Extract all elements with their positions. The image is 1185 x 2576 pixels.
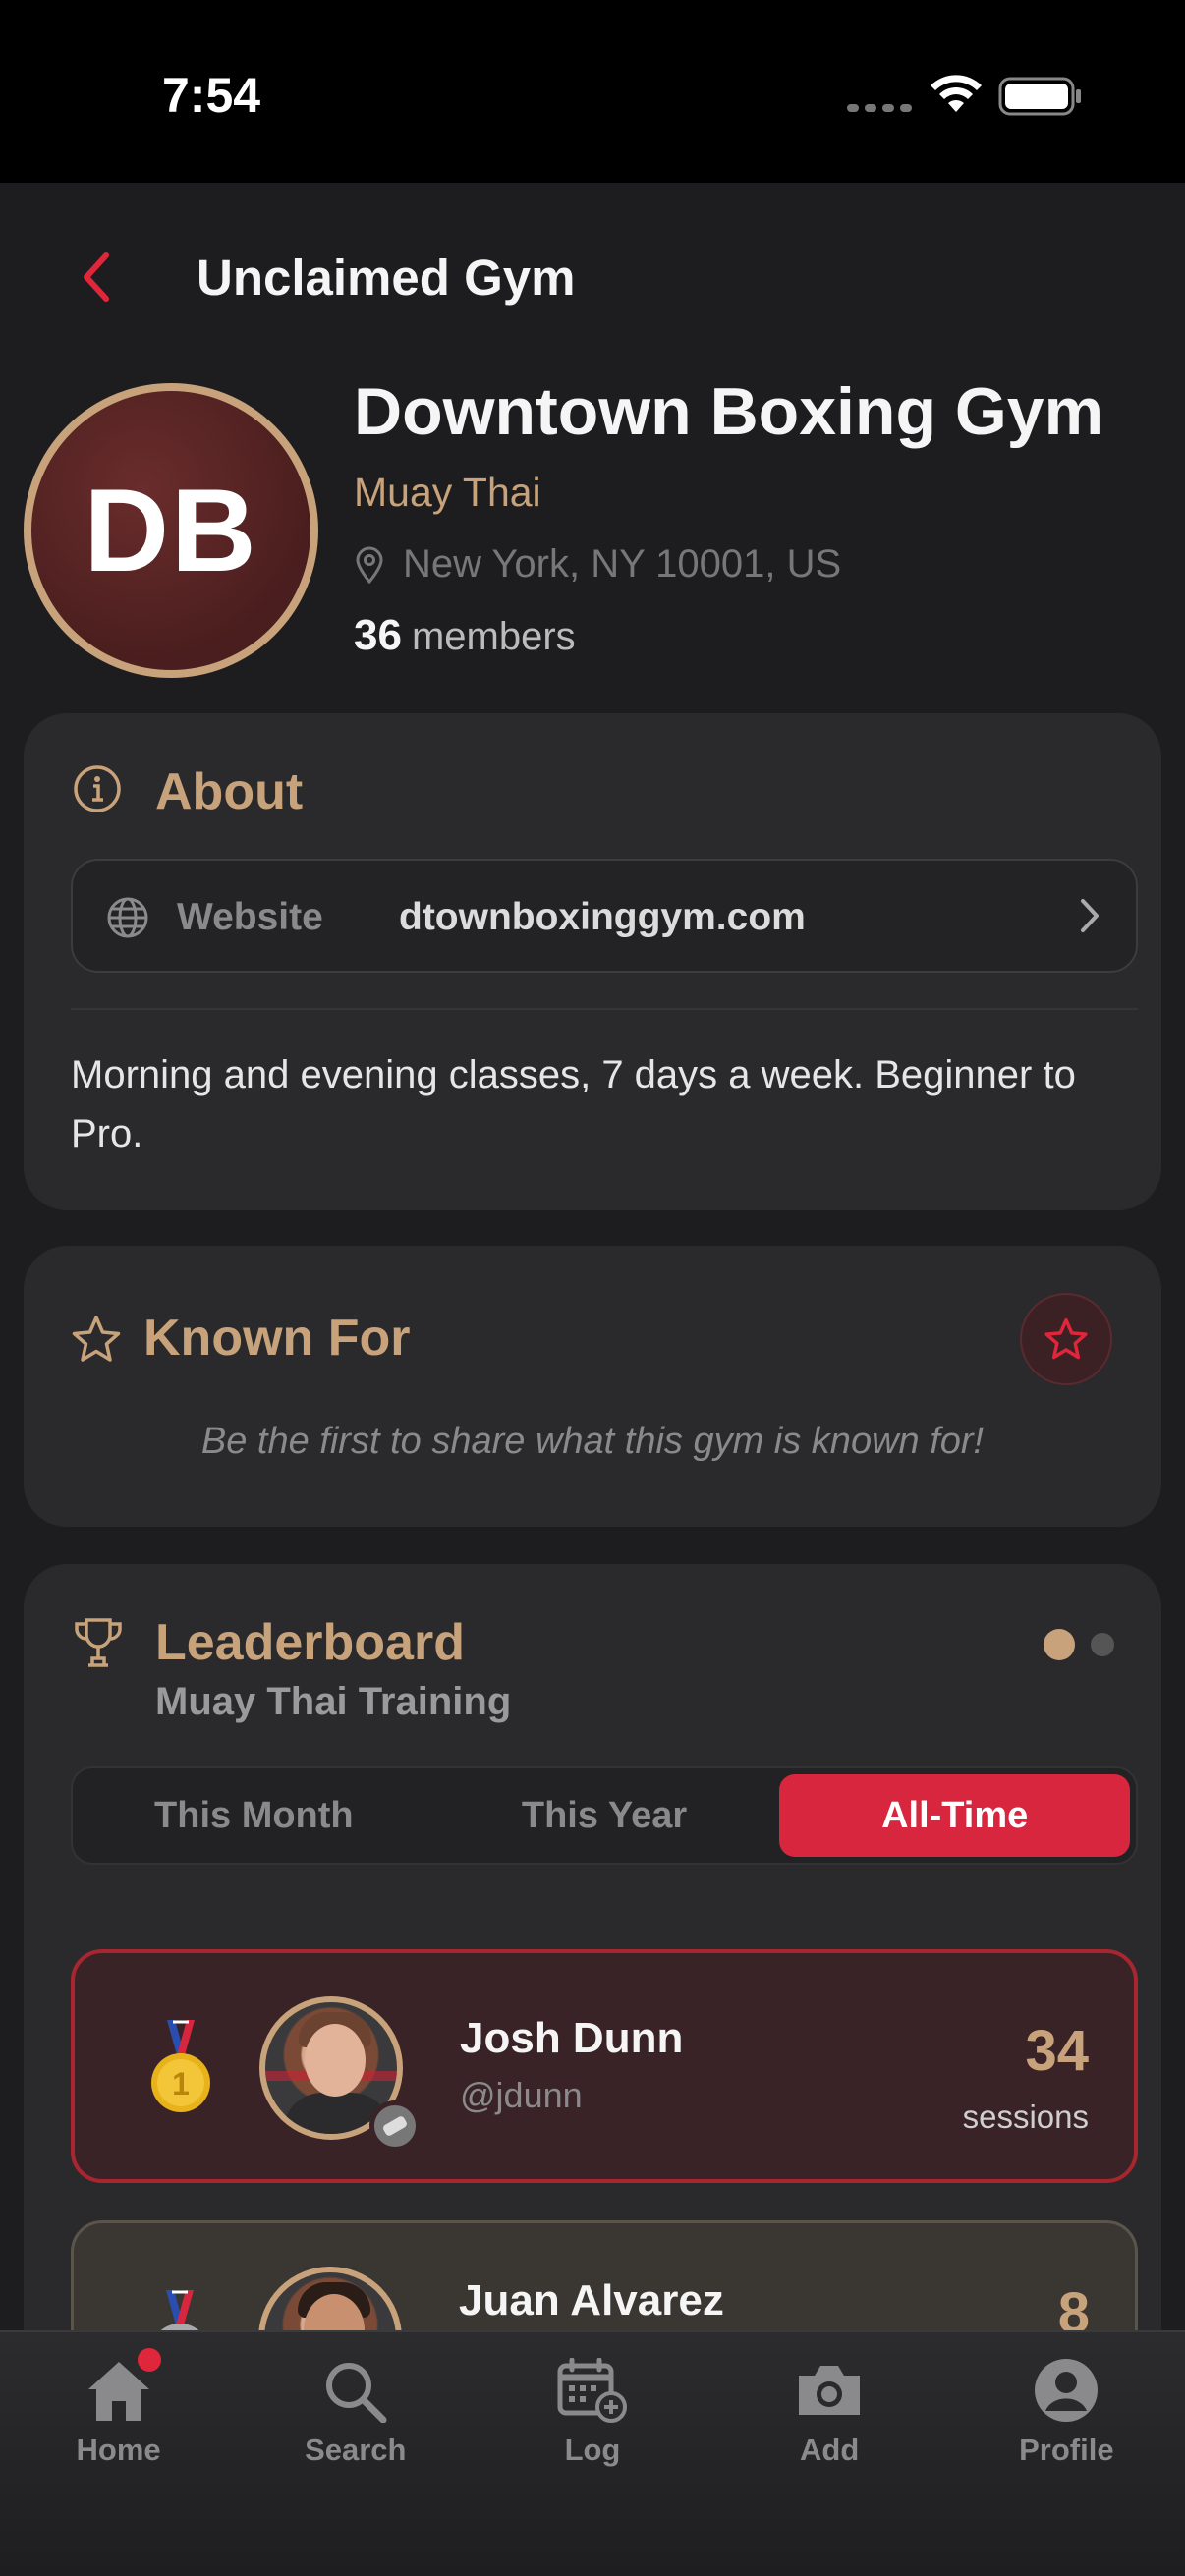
tab-all-time[interactable]: All-Time [779, 1774, 1131, 1857]
back-button[interactable] [71, 248, 120, 307]
about-card: About Website dtownboxinggym.com Morning… [24, 713, 1161, 1210]
chevron-left-icon [84, 252, 109, 302]
divider [71, 1008, 1138, 1010]
tab-log[interactable]: Log [474, 2332, 710, 2576]
profile-icon [1035, 2359, 1099, 2422]
known-for-title: Known For [143, 1310, 411, 1367]
page-title: Unclaimed Gym [197, 250, 576, 306]
leaderboard-row[interactable]: 1 Josh Dunn @jdunn 34 sessions [71, 1949, 1138, 2183]
star-icon [1044, 1317, 1088, 1360]
tab-add[interactable]: Add [711, 2332, 948, 2576]
globe-icon [107, 897, 148, 938]
website-link[interactable]: Website dtownboxinggym.com [71, 859, 1138, 973]
info-icon [74, 765, 121, 812]
session-unit: sessions [962, 2099, 1089, 2135]
star-outline-icon [72, 1316, 121, 1362]
page-dot [1091, 1633, 1114, 1656]
tab-this-month[interactable]: This Month [79, 1774, 429, 1857]
gym-name: Downtown Boxing Gym [354, 374, 1104, 449]
location-pin-icon [356, 546, 383, 584]
members-label: members [411, 615, 576, 658]
gym-style[interactable]: Muay Thai [354, 470, 541, 516]
known-for-card: Known For Be the first to share what thi… [24, 1246, 1161, 1527]
members-count: 36 [354, 611, 402, 659]
gym-initials: DB [84, 465, 258, 596]
notification-badge [138, 2348, 161, 2372]
website-value: dtownboxinggym.com [399, 896, 806, 938]
known-for-empty-text: Be the first to share what this gym is k… [200, 1421, 985, 1462]
gold-medal-icon: 1 [151, 2020, 210, 2112]
search-icon [325, 2363, 387, 2423]
wifi-icon [931, 75, 982, 112]
page-indicator[interactable] [1044, 1629, 1114, 1660]
cellular-signal-icon [847, 104, 912, 112]
status-time: 7:54 [162, 68, 261, 123]
add-known-for-button[interactable] [1020, 1293, 1112, 1385]
user-name: Juan Alvarez [459, 2276, 724, 2324]
chevron-right-icon [1081, 899, 1099, 932]
page-dot-active [1044, 1629, 1075, 1660]
svg-text:1: 1 [172, 2066, 190, 2101]
user-handle: @jdunn [460, 2075, 583, 2115]
status-bar: 7:54 [0, 0, 1185, 183]
leaderboard-title: Leaderboard [155, 1614, 465, 1671]
camera-icon [799, 2366, 861, 2415]
tab-this-year[interactable]: This Year [429, 1774, 780, 1857]
gym-location[interactable]: New York, NY 10001, US [354, 542, 841, 587]
tab-home[interactable]: Home [0, 2332, 237, 2576]
tab-label: Search [305, 2433, 407, 2467]
tab-label: Home [76, 2433, 161, 2467]
tab-label: Log [564, 2433, 621, 2467]
battery-icon [998, 77, 1081, 116]
tab-label: Profile [1019, 2433, 1114, 2467]
trophy-icon [75, 1618, 122, 1667]
about-description: Morning and evening classes, 7 days a we… [71, 1053, 1076, 1155]
tab-bar: Home Search Log Add Profile [0, 2330, 1185, 2576]
location-text: New York, NY 10001, US [403, 542, 842, 586]
user-name: Josh Dunn [460, 2014, 684, 2062]
tab-search[interactable]: Search [237, 2332, 474, 2576]
calendar-add-icon [557, 2358, 627, 2423]
about-title: About [155, 763, 304, 820]
leaderboard-subtitle: Muay Thai Training [155, 1680, 512, 1723]
tab-profile[interactable]: Profile [948, 2332, 1185, 2576]
session-count: 34 [1025, 2019, 1089, 2083]
members-summary[interactable]: 36 members [354, 611, 576, 660]
period-segmented-control: This Month This Year All-Time [71, 1766, 1138, 1865]
website-label: Website [177, 896, 323, 938]
tab-label: Add [800, 2433, 860, 2467]
verified-badge-icon [369, 2100, 421, 2152]
gym-avatar: DB [24, 383, 318, 678]
